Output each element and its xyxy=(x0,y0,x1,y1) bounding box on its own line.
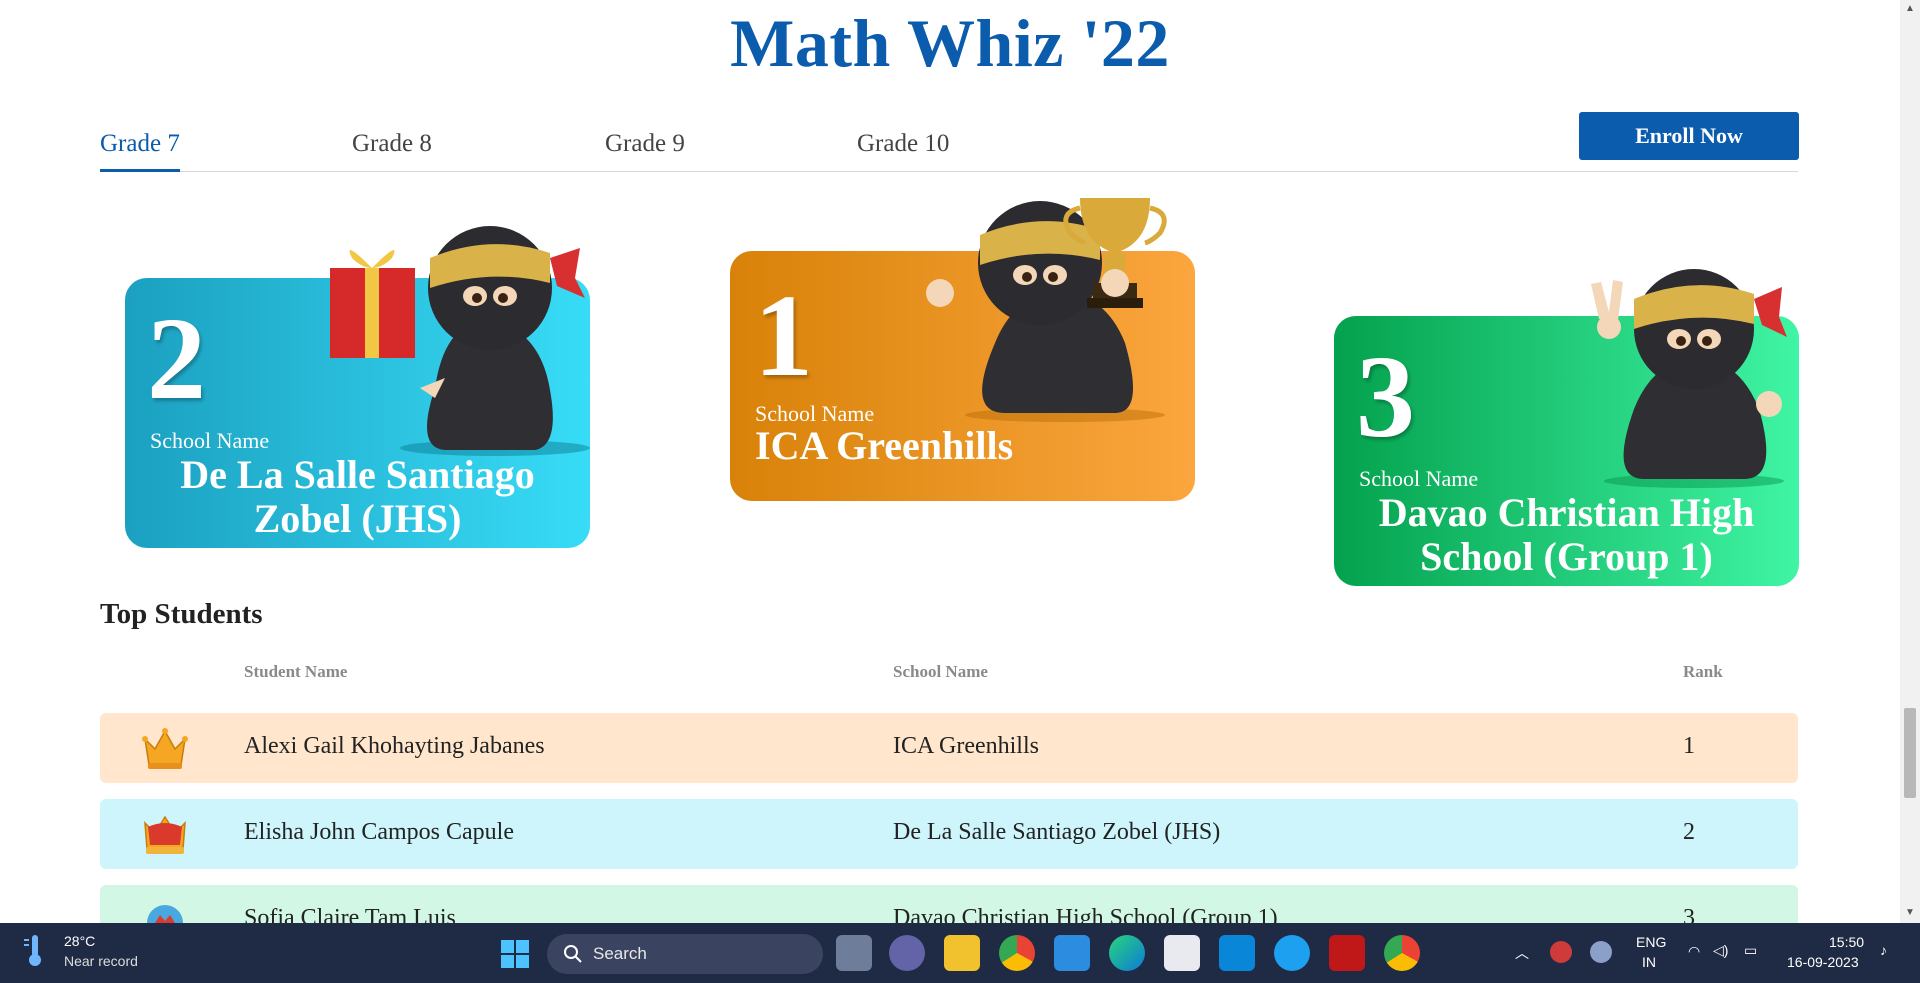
teams-chat-icon[interactable] xyxy=(889,935,925,971)
page-scrollbar[interactable]: ▲ ▼ xyxy=(1900,0,1920,923)
mcafee-icon[interactable] xyxy=(1329,935,1365,971)
red-crown-icon xyxy=(144,815,186,854)
scroll-up-arrow-icon[interactable]: ▲ xyxy=(1905,3,1915,14)
edge-icon[interactable] xyxy=(1109,935,1145,971)
thermometer-icon xyxy=(24,935,41,966)
show-hidden-icons-chevron-icon[interactable]: ︿ xyxy=(1515,943,1529,963)
gold-crown-icon xyxy=(142,728,188,769)
clock-time[interactable]: 15:50 xyxy=(1829,934,1864,950)
podium-card-first: 1 School Name ICA Greenhills xyxy=(730,198,1195,501)
tab-grade-9[interactable]: Grade 9 xyxy=(605,130,685,158)
ninja-with-gift-icon xyxy=(330,226,590,456)
column-header-student: Student Name xyxy=(244,662,348,681)
podium-school-name: ICA Greenhills xyxy=(755,423,1014,468)
vscode-icon[interactable] xyxy=(1054,935,1090,971)
table-row[interactable]: Alexi Gail Khohayting Jabanes ICA Greenh… xyxy=(100,713,1798,783)
student-name: Alexi Gail Khohayting Jabanes xyxy=(244,733,545,759)
podium-school-name: De La Salle Santiago Zobel (JHS) xyxy=(180,452,535,541)
ninja-with-trophy-icon xyxy=(926,198,1167,422)
microsoft-store-icon[interactable] xyxy=(1164,935,1200,971)
language-indicator[interactable]: ENG xyxy=(1636,934,1666,950)
file-explorer-icon[interactable] xyxy=(944,935,980,971)
onedrive-status-icon[interactable] xyxy=(1550,941,1572,963)
tab-grade-8[interactable]: Grade 8 xyxy=(352,130,432,158)
school-name-label: School Name xyxy=(1359,466,1479,491)
podium-card-third: 3 School Name Davao Christian High Schoo… xyxy=(1334,269,1799,586)
task-view-icon[interactable] xyxy=(836,935,872,971)
school-name: De La Salle Santiago Zobel (JHS) xyxy=(893,819,1221,845)
ninja-peace-sign-icon xyxy=(1591,269,1787,488)
scrollbar-thumb[interactable] xyxy=(1904,708,1916,798)
clock-date[interactable]: 16-09-2023 xyxy=(1787,954,1859,970)
school-name: Davao Christian High School (Group 1) xyxy=(893,905,1278,923)
top-students-heading: Top Students xyxy=(100,598,263,630)
scroll-down-arrow-icon[interactable]: ▼ xyxy=(1905,907,1915,918)
battery-icon[interactable]: ▭ xyxy=(1744,942,1757,959)
tab-grade-7[interactable]: Grade 7 xyxy=(100,130,180,172)
school-name: ICA Greenhills xyxy=(893,733,1039,759)
wifi-icon[interactable]: ◠ xyxy=(1688,943,1700,960)
table-row[interactable]: Elisha John Campos Capule De La Salle Sa… xyxy=(100,799,1798,869)
chrome-icon[interactable] xyxy=(999,935,1035,971)
column-header-school: School Name xyxy=(893,662,988,681)
myhp-icon[interactable] xyxy=(1219,935,1255,971)
enroll-now-button[interactable]: Enroll Now xyxy=(1579,112,1799,160)
student-name: Elisha John Campos Capule xyxy=(244,819,514,845)
podium-rank-number: 3 xyxy=(1356,331,1415,462)
notification-bell-icon[interactable]: ♪ xyxy=(1880,942,1887,958)
volume-icon[interactable]: ◁) xyxy=(1713,942,1728,959)
search-icon xyxy=(564,945,582,963)
table-row[interactable]: Sofia Claire Tam Luis Davao Christian Hi… xyxy=(100,885,1798,923)
chrome-profile-icon[interactable] xyxy=(1384,935,1420,971)
rank-value: 1 xyxy=(1683,733,1695,759)
tab-grade-10[interactable]: Grade 10 xyxy=(857,130,949,158)
weather-widget[interactable]: 28°C Near record xyxy=(22,933,138,972)
podium-school-name: Davao Christian High School (Group 1) xyxy=(1378,490,1755,579)
page-title: Math Whiz '22 xyxy=(730,5,1170,81)
grade-tabs: Grade 7 Grade 8 Grade 9 Grade 10 xyxy=(100,120,1798,172)
get-help-icon[interactable] xyxy=(1274,935,1310,971)
blue-crown-icon xyxy=(147,905,183,923)
weather-temperature: 28°C xyxy=(64,933,96,949)
weather-description: Near record xyxy=(64,953,138,969)
school-name-label: School Name xyxy=(150,428,270,453)
rank-value: 3 xyxy=(1683,905,1695,923)
rank-value: 2 xyxy=(1683,819,1695,845)
windows-start-icon[interactable] xyxy=(500,939,530,969)
podium-card-second: 2 School Name De La Salle Santiago Zobel… xyxy=(125,226,590,548)
taskbar-search-box[interactable]: Search xyxy=(547,934,823,974)
sync-icon[interactable] xyxy=(1590,941,1612,963)
language-region: IN xyxy=(1642,954,1656,970)
page: Math Whiz '22 Grade 7 Grade 8 Grade 9 Gr… xyxy=(0,0,1900,923)
windows-taskbar: 28°C Near record Search ︿ ENG IN ◠ ◁) ▭ … xyxy=(0,923,1920,983)
column-header-rank: Rank xyxy=(1683,662,1723,681)
student-name: Sofia Claire Tam Luis xyxy=(244,905,456,923)
podium-rank-number: 1 xyxy=(754,270,813,401)
search-label: Search xyxy=(593,944,647,963)
podium-rank-number: 2 xyxy=(147,293,206,424)
